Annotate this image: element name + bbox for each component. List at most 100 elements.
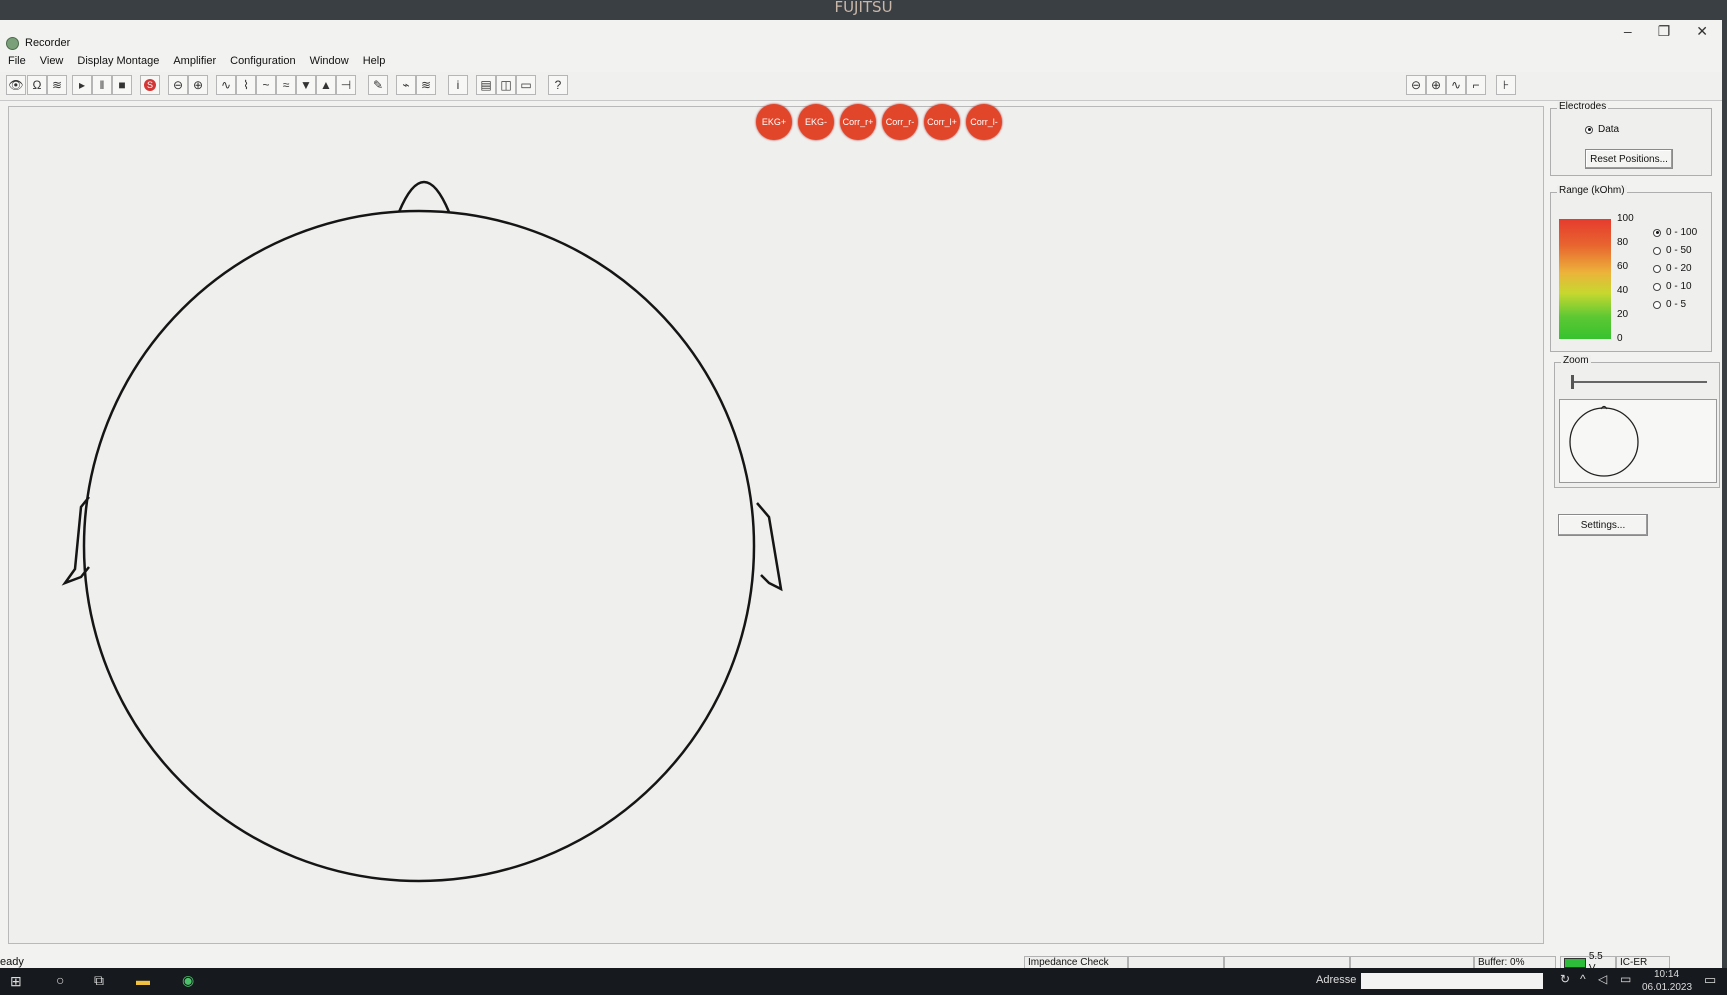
status-device: IC-ER [1616,956,1670,968]
stop-icon[interactable]: ■ [112,75,132,95]
menu-view[interactable]: View [40,55,64,67]
range-option-label: 0 - 5 [1666,299,1687,310]
reset-positions-button[interactable]: Reset Positions... [1585,149,1673,169]
zoom-preview[interactable] [1559,399,1717,483]
zoom-in-icon[interactable]: ⊕ [188,75,208,95]
electrode-corr-r-minus[interactable]: Corr_r- [882,104,918,140]
range-option-0-50[interactable]: 0 - 50 [1653,245,1692,256]
app-icon [6,36,19,50]
menu-window[interactable]: Window [310,55,349,67]
baseline-icon[interactable]: ⌐ [1466,75,1486,95]
battery-icon [1564,958,1586,968]
right-ear-icon [756,502,783,592]
range-option-0-10[interactable]: 0 - 10 [1653,281,1692,292]
zoom-out-icon[interactable]: ⊖ [168,75,188,95]
help-icon[interactable]: ? [548,75,568,95]
network-icon[interactable]: ▭ [1620,972,1631,986]
range-option-label: 0 - 50 [1666,245,1692,256]
electrode-ekg-plus[interactable]: EKG+ [756,104,792,140]
zoom-slider-track[interactable] [1571,381,1707,383]
pen-icon[interactable]: ✎ [368,75,388,95]
task-view-icon[interactable]: ⧉ [94,972,104,989]
clock-time: 10:14 [1654,969,1680,980]
filter-icon[interactable]: ≋ [416,75,436,95]
eye-icon[interactable]: 👁 [6,75,26,95]
marker-icon[interactable]: ⊣ [336,75,356,95]
menu-bar: File View Display Montage Amplifier Conf… [0,52,385,70]
montage-a-icon[interactable]: ▤ [476,75,496,95]
data-radio[interactable]: Data [1585,124,1619,135]
head-map-canvas[interactable] [8,106,1544,944]
side-panel: Electrodes Data Reset Positions... Range… [1550,100,1722,960]
electrode-corr-l-minus[interactable]: Corr_l- [966,104,1002,140]
windows-start-icon[interactable]: ⊞ [10,973,22,990]
head-outline [61,180,783,883]
nose-icon [397,180,451,213]
range-radio-0-50[interactable] [1653,246,1661,255]
zoom-slider-thumb[interactable] [1571,375,1574,389]
triangle-up-icon[interactable]: ▲ [316,75,336,95]
wave-d-icon[interactable]: ≈ [276,75,296,95]
signal-icon[interactable]: ∿ [1446,75,1466,95]
zoom-group: Zoom [1554,355,1720,488]
triangle-down-icon[interactable]: ▼ [296,75,316,95]
wave-b-icon[interactable]: ⌇ [236,75,256,95]
volume-icon[interactable]: ◁ [1598,972,1607,986]
right-zoom-out-icon[interactable]: ⊖ [1406,75,1426,95]
address-input[interactable] [1361,973,1543,989]
maximize-button[interactable]: ❐ [1658,23,1671,40]
record-icon[interactable]: S [140,75,160,95]
range-option-0-5[interactable]: 0 - 5 [1653,299,1686,310]
play-icon[interactable]: ▸ [72,75,92,95]
impedance-icon[interactable]: Ω [27,75,47,95]
range-option-0-20[interactable]: 0 - 20 [1653,263,1692,274]
scale-icon[interactable]: ⊦ [1496,75,1516,95]
electrode-ekg-minus[interactable]: EKG- [798,104,834,140]
electrode-corr-r-plus[interactable]: Corr_r+ [840,104,876,140]
menu-configuration[interactable]: Configuration [230,55,295,67]
recorder-taskbar-icon[interactable]: ◉ [182,972,194,989]
clock-date: 06.01.2023 [1642,982,1693,993]
menu-display-montage[interactable]: Display Montage [77,55,159,67]
menu-help[interactable]: Help [363,55,386,67]
menu-amplifier[interactable]: Amplifier [173,55,216,67]
status-empty-3 [1350,956,1474,968]
close-button[interactable]: ✕ [1696,23,1708,40]
wave-icon[interactable]: ≋ [47,75,67,95]
range-radio-0-100[interactable] [1653,228,1661,237]
file-explorer-icon[interactable]: ▬ [136,972,150,988]
refresh-icon[interactable]: ↻ [1560,972,1570,986]
range-group: Range (kOhm) 100 80 60 40 20 0 0 - 100 0… [1550,185,1712,352]
range-option-0-100[interactable]: 0 - 100 [1653,227,1697,238]
head-circle [82,209,756,883]
range-radio-0-10[interactable] [1653,282,1661,291]
status-ready: eady [0,956,24,968]
wave-c-icon[interactable]: ~ [256,75,276,95]
range-radio-0-20[interactable] [1653,264,1661,273]
notifications-icon[interactable]: ▭ [1704,972,1716,988]
dc-icon[interactable]: ⌁ [396,75,416,95]
range-option-label: 0 - 10 [1666,281,1692,292]
taskbar: ⊞ ○ ⧉ ▬ ◉ Adresse ↻ ^ ◁ ▭ 10:14 06.01.20… [0,968,1727,995]
range-tick-20: 20 [1617,309,1629,320]
menu-file[interactable]: File [8,55,26,67]
range-radio-0-5[interactable] [1653,300,1661,309]
wave-a-icon[interactable]: ∿ [216,75,236,95]
status-impedance: Impedance Check [1024,956,1128,968]
window-controls: – ❐ ✕ [1624,20,1708,42]
range-tick-80: 80 [1617,237,1629,248]
impedance-color-scale [1559,219,1611,339]
pause-icon[interactable]: ‖ [92,75,112,95]
range-group-title: Range (kOhm) [1557,185,1627,196]
data-radio-button[interactable] [1585,125,1593,134]
info-icon[interactable]: i [448,75,468,95]
right-zoom-in-icon[interactable]: ⊕ [1426,75,1446,95]
montage-c-icon[interactable]: ▭ [516,75,536,95]
settings-button[interactable]: Settings... [1558,514,1648,536]
minimize-button[interactable]: – [1624,23,1632,39]
electrode-corr-l-plus[interactable]: Corr_l+ [924,104,960,140]
search-icon[interactable]: ○ [56,972,64,988]
tray-chevron-icon[interactable]: ^ [1580,972,1586,986]
montage-b-icon[interactable]: ◫ [496,75,516,95]
status-buffer: Buffer: 0% [1474,956,1556,968]
